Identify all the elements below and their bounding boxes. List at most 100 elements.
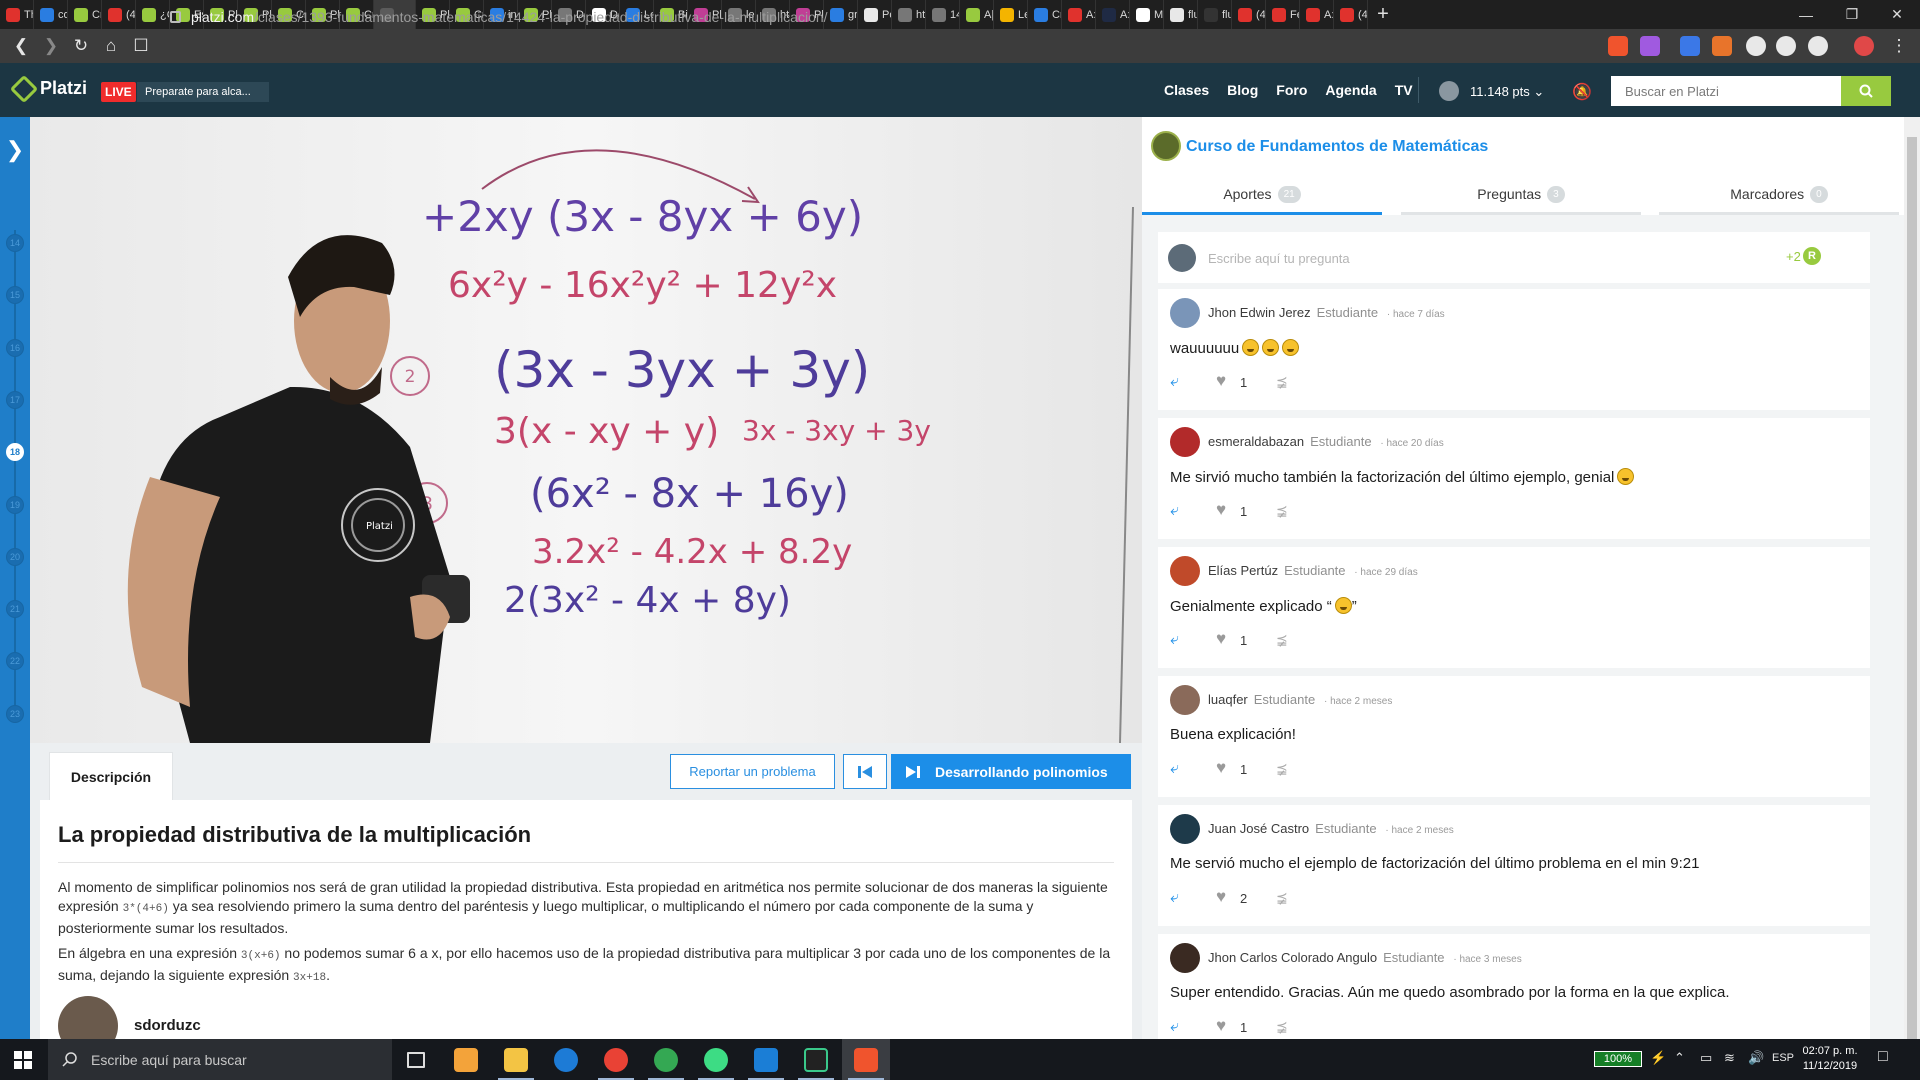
brave-shield-icon[interactable] [1608, 36, 1628, 56]
rail-class-dot[interactable]: 16 [6, 338, 24, 357]
heart-icon[interactable]: ♥ [1216, 1016, 1226, 1036]
video-player[interactable]: 2 3 +2xy (3x - 8yx + 6y) 6x²y - 16x²y² +… [30, 117, 1142, 743]
heart-icon[interactable]: ♥ [1216, 887, 1226, 907]
report-problem-button[interactable]: Reportar un problema [670, 754, 835, 789]
share-icon[interactable]: ⪵ [1276, 889, 1288, 906]
live-banner-text[interactable]: Preparate para alca... [137, 82, 269, 102]
commenter-avatar[interactable] [1170, 943, 1200, 973]
commenter-avatar[interactable] [1170, 298, 1200, 328]
commenter-name[interactable]: Juan José Castro [1208, 821, 1309, 836]
android-studio-app-icon[interactable] [692, 1039, 740, 1080]
tray-chevron-up-icon[interactable]: ⌃ [1674, 1050, 1685, 1066]
reply-icon[interactable]: ⤶ [1170, 889, 1179, 907]
extension-icon[interactable] [1808, 36, 1828, 56]
commenter-avatar[interactable] [1170, 556, 1200, 586]
extension-icon[interactable] [1746, 36, 1766, 56]
reply-icon[interactable]: ⤶ [1170, 373, 1179, 391]
user-points[interactable]: 11.148 pts ⌄ [1470, 84, 1544, 100]
browser-tab[interactable]: Th [0, 0, 34, 29]
chrome-app-icon[interactable] [642, 1039, 690, 1080]
user-avatar[interactable] [1439, 81, 1459, 101]
bookmark-icon[interactable]: ☐ [126, 31, 156, 61]
profile-avatar[interactable] [1854, 36, 1874, 56]
rail-class-dot[interactable]: 19 [6, 495, 24, 514]
reply-icon[interactable]: ⤶ [1170, 760, 1179, 778]
notifications-off-icon[interactable]: 🔕 [1572, 82, 1592, 102]
commenter-avatar[interactable] [1170, 814, 1200, 844]
heart-icon[interactable]: ♥ [1216, 758, 1226, 778]
reload-icon[interactable]: ↻ [66, 31, 96, 61]
nav-link-blog[interactable]: Blog [1227, 82, 1258, 98]
share-icon[interactable]: ⪵ [1276, 373, 1288, 390]
back-icon[interactable]: ❮ [6, 31, 36, 61]
vscode-app-icon[interactable] [742, 1039, 790, 1080]
reply-icon[interactable]: ⤶ [1170, 631, 1179, 649]
notifications-icon[interactable]: □ [1878, 1048, 1888, 1066]
file-explorer-app-icon[interactable] [492, 1039, 540, 1080]
rail-expand-chevron-icon[interactable]: ❯ [0, 120, 30, 180]
windows-start-button[interactable] [0, 1039, 46, 1080]
store-app-icon[interactable] [442, 1039, 490, 1080]
share-icon[interactable]: ⪵ [1276, 760, 1288, 777]
brave-rewards-icon[interactable] [1640, 36, 1660, 56]
forward-icon[interactable]: ❯ [36, 31, 66, 61]
power-icon[interactable]: ▭ [1700, 1050, 1712, 1066]
course-link[interactable]: Curso de Fundamentos de Matemáticas [1186, 138, 1488, 156]
share-icon[interactable]: ⪵ [1276, 631, 1288, 648]
window-close-button[interactable]: ✕ [1874, 0, 1920, 29]
heart-icon[interactable]: ♥ [1216, 629, 1226, 649]
nav-link-clases[interactable]: Clases [1164, 82, 1209, 98]
nav-link-foro[interactable]: Foro [1276, 82, 1307, 98]
browser-tab[interactable]: Cr [68, 0, 102, 29]
heart-icon[interactable]: ♥ [1216, 371, 1226, 391]
translate-icon[interactable] [1680, 36, 1700, 56]
page-scrollbar[interactable] [1904, 117, 1920, 1053]
task-view-icon[interactable] [392, 1039, 440, 1080]
wifi-icon[interactable]: ≋ [1724, 1050, 1735, 1066]
reply-icon[interactable]: ⤶ [1170, 502, 1179, 520]
window-minimize-button[interactable]: — [1783, 0, 1829, 29]
clock[interactable]: 02:07 p. m. 11/12/2019 [1800, 1044, 1860, 1074]
volume-icon[interactable]: 🔊 [1748, 1050, 1764, 1066]
home-icon[interactable]: ⌂ [96, 31, 126, 61]
menu-icon[interactable]: ⋮ [1884, 31, 1914, 61]
commenter-name[interactable]: esmeraldabazan [1208, 434, 1304, 449]
browser-tab[interactable]: (4 [102, 0, 136, 29]
nav-link-agenda[interactable]: Agenda [1325, 82, 1376, 98]
extension-icon[interactable] [1712, 36, 1732, 56]
browser-tab[interactable]: co [34, 0, 68, 29]
author-name[interactable]: sdorduzc [134, 1017, 201, 1034]
search-input[interactable] [1611, 76, 1841, 106]
share-icon[interactable]: ⪵ [1276, 1018, 1288, 1035]
battery-indicator[interactable]: 100% [1594, 1051, 1642, 1067]
heart-icon[interactable]: ♥ [1216, 500, 1226, 520]
browser-tab[interactable]: ¿C [136, 0, 170, 29]
question-input[interactable] [1208, 245, 1768, 271]
commenter-name[interactable]: Elías Pertúz [1208, 563, 1278, 578]
edge-app-icon[interactable] [542, 1039, 590, 1080]
live-badge[interactable]: LIVE [101, 82, 136, 102]
rail-class-dot[interactable]: 21 [6, 600, 24, 619]
next-class-button[interactable]: Desarrollando polinomios [891, 754, 1131, 789]
commenter-name[interactable]: Jhon Carlos Colorado Angulo [1208, 950, 1377, 965]
tab-preguntas[interactable]: Preguntas 3 [1401, 173, 1641, 215]
chrome-app-icon[interactable] [592, 1039, 640, 1080]
nav-link-tv[interactable]: TV [1395, 82, 1413, 98]
tab-marcadores[interactable]: Marcadores 0 [1659, 173, 1899, 215]
commenter-name[interactable]: luaqfer [1208, 692, 1248, 707]
taskbar-search[interactable]: Escribe aquí para buscar [48, 1039, 392, 1080]
rail-class-dot[interactable]: 23 [6, 704, 24, 723]
share-icon[interactable]: ⪵ [1276, 502, 1288, 519]
rail-class-dot[interactable]: 17 [6, 390, 24, 409]
datagrip-app-icon[interactable] [792, 1039, 840, 1080]
tab-descripcion[interactable]: Descripción [49, 752, 173, 800]
reply-icon[interactable]: ⤶ [1170, 1018, 1179, 1036]
language-indicator[interactable]: ESP [1772, 1052, 1794, 1064]
commenter-avatar[interactable] [1170, 427, 1200, 457]
brave-app-icon[interactable] [842, 1039, 890, 1080]
search-button[interactable] [1841, 76, 1891, 106]
window-restore-button[interactable]: ❐ [1829, 0, 1875, 29]
rail-class-dot[interactable]: 14 [6, 234, 24, 252]
commenter-name[interactable]: Jhon Edwin Jerez [1208, 305, 1311, 320]
previous-class-button[interactable] [843, 754, 887, 789]
